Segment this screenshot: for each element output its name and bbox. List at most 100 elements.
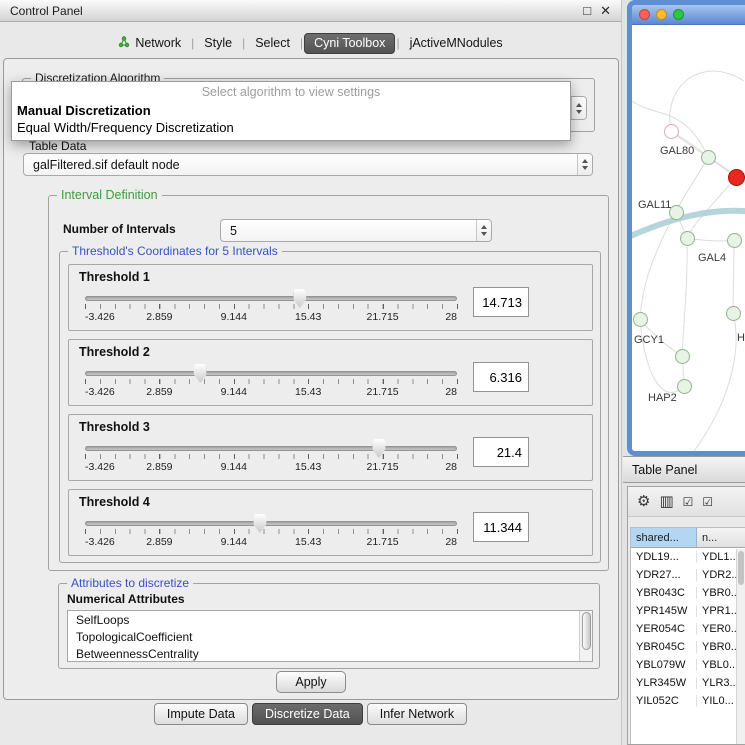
table-panel-header[interactable]: Table Panel <box>623 456 745 483</box>
table-row[interactable]: YDL19...YDL1... <box>631 548 745 566</box>
table-row[interactable]: YER054CYER0... <box>631 620 745 638</box>
number-of-intervals-combobox[interactable]: 5 <box>220 219 492 242</box>
stepper-icon[interactable] <box>476 220 491 241</box>
tab-label: Select <box>255 36 290 50</box>
tab-network[interactable]: Network <box>109 33 190 54</box>
minimize-button[interactable] <box>656 9 667 20</box>
list-item[interactable]: SelfLoops <box>68 611 592 628</box>
tab-jactivemnodules[interactable]: jActiveMNodules <box>401 33 512 54</box>
major-tick <box>457 529 458 534</box>
checkbox-icon[interactable]: ☑ <box>683 496 694 508</box>
network-node-gcy1[interactable] <box>633 312 648 327</box>
scrollbar-thumb[interactable] <box>582 612 591 650</box>
table-data-combobox[interactable]: galFiltered.sif default node <box>23 153 593 176</box>
minimize-icon[interactable]: □ <box>583 3 591 19</box>
slider-track[interactable] <box>85 296 457 301</box>
slider-ticks <box>85 379 457 384</box>
tab-separator: | <box>396 36 399 50</box>
thresholds-group-title: Threshold's Coordinates for 5 Intervals <box>68 244 282 258</box>
threshold-slider[interactable]: -3.4262.8599.14415.4321.71528 <box>85 287 457 325</box>
stepper-icon[interactable] <box>577 154 592 175</box>
columns-icon[interactable]: ▥ <box>659 494 673 509</box>
list-item[interactable]: TopologicalCoefficient <box>68 628 592 645</box>
numerical-attributes-list[interactable]: SelfLoopsTopologicalCoefficientBetweenne… <box>67 610 593 662</box>
major-tick <box>383 529 384 534</box>
major-tick <box>159 529 160 534</box>
slider-ticks <box>85 304 457 309</box>
table-cell: YER054C <box>631 623 697 635</box>
table-row[interactable]: YIL052CYIL0... <box>631 692 745 710</box>
threshold-value-field[interactable]: 11.344 <box>473 512 529 542</box>
table-panel-window: ⚙ ▥ ☑ ☑ shared...n... YDL19...YDL1...YDR… <box>627 486 745 745</box>
dropdown-option[interactable]: Manual Discretization <box>12 102 570 119</box>
column-header[interactable]: n... <box>697 528 745 547</box>
network-node[interactable] <box>727 233 742 248</box>
threshold-value-field[interactable]: 21.4 <box>473 437 529 467</box>
network-node[interactable] <box>675 349 690 364</box>
zoom-button[interactable] <box>673 9 684 20</box>
threshold-slider[interactable]: -3.4262.8599.14415.4321.71528 <box>85 512 457 550</box>
tab-label: Style <box>204 36 232 50</box>
table-cell: YLR345W <box>631 677 697 689</box>
network-node[interactable] <box>728 169 745 186</box>
tick-label: 21.715 <box>367 386 399 398</box>
slider-ticks <box>85 529 457 534</box>
major-tick <box>159 304 160 309</box>
table-row[interactable]: YLR345WYLR3... <box>631 674 745 692</box>
major-tick <box>159 454 160 459</box>
threshold-panel: Threshold 2-3.4262.8599.14415.4321.71528… <box>68 339 593 406</box>
scrollbar-thumb[interactable] <box>738 551 744 585</box>
tick-label: 28 <box>445 386 457 398</box>
threshold-slider[interactable]: -3.4262.8599.14415.4321.71528 <box>85 362 457 400</box>
node-label: HAP2 <box>648 392 677 404</box>
slider-track[interactable] <box>85 446 457 451</box>
table-row[interactable]: YBR043CYBR0... <box>631 584 745 602</box>
network-node-h[interactable] <box>726 306 741 321</box>
major-tick <box>85 379 86 384</box>
slider-track[interactable] <box>85 371 457 376</box>
table-scrollbar[interactable] <box>736 549 745 744</box>
close-icon[interactable]: ✕ <box>600 3 611 19</box>
tick-label: 15.43 <box>295 386 321 398</box>
dropdown-option[interactable]: Equal Width/Frequency Discretization <box>12 119 570 136</box>
threshold-value-field[interactable]: 6.316 <box>473 362 529 392</box>
attributes-scrollbar[interactable] <box>579 611 592 661</box>
network-node-gal4[interactable] <box>680 231 695 246</box>
tick-label: 15.43 <box>295 461 321 473</box>
tab-discretize-data[interactable]: Discretize Data <box>252 703 363 725</box>
table-row[interactable]: YBL079WYBL0... <box>631 656 745 674</box>
tick-label: 2.859 <box>146 386 172 398</box>
slider-track[interactable] <box>85 521 457 526</box>
tab-style[interactable]: Style <box>195 33 241 54</box>
tab-cyni-toolbox[interactable]: Cyni Toolbox <box>304 33 395 54</box>
threshold-slider[interactable]: -3.4262.8599.14415.4321.71528 <box>85 437 457 475</box>
network-node-hap2[interactable] <box>677 379 692 394</box>
major-tick <box>234 304 235 309</box>
table-row[interactable]: YDR27...YDR2... <box>631 566 745 584</box>
tab-impute-data[interactable]: Impute Data <box>154 703 248 725</box>
column-header[interactable]: shared... <box>631 528 697 547</box>
apply-button[interactable]: Apply <box>276 671 346 693</box>
major-tick <box>457 379 458 384</box>
discretize-data-panel: Discretization Algorithm Select algorith… <box>3 58 619 700</box>
network-node[interactable] <box>664 124 679 139</box>
table-panel-title: Table Panel <box>632 463 697 477</box>
node-label: GAL4 <box>698 252 726 264</box>
tick-label: 9.144 <box>221 461 247 473</box>
node-table: shared...n... YDL19...YDL1...YDR27...YDR… <box>630 527 745 744</box>
table-row[interactable]: YBR045CYBR0... <box>631 638 745 656</box>
close-button[interactable] <box>639 9 650 20</box>
dropdown-placeholder: Select algorithm to view settings <box>12 82 570 102</box>
tab-infer-network[interactable]: Infer Network <box>367 703 467 725</box>
list-item[interactable]: BetweennessCentrality <box>68 645 592 662</box>
tick-label: -3.426 <box>85 311 115 323</box>
table-row[interactable]: YPR145WYPR1... <box>631 602 745 620</box>
gear-icon[interactable]: ⚙ <box>637 494 650 509</box>
stepper-icon[interactable] <box>571 97 586 119</box>
major-tick <box>457 304 458 309</box>
tab-select[interactable]: Select <box>246 33 299 54</box>
checkbox-icon[interactable]: ☑ <box>702 496 713 508</box>
network-canvas[interactable]: GAL80GAL11GAL4GCY1HHAP2 <box>632 26 745 451</box>
network-node-gal80[interactable] <box>701 150 716 165</box>
threshold-value-field[interactable]: 14.713 <box>473 287 529 317</box>
